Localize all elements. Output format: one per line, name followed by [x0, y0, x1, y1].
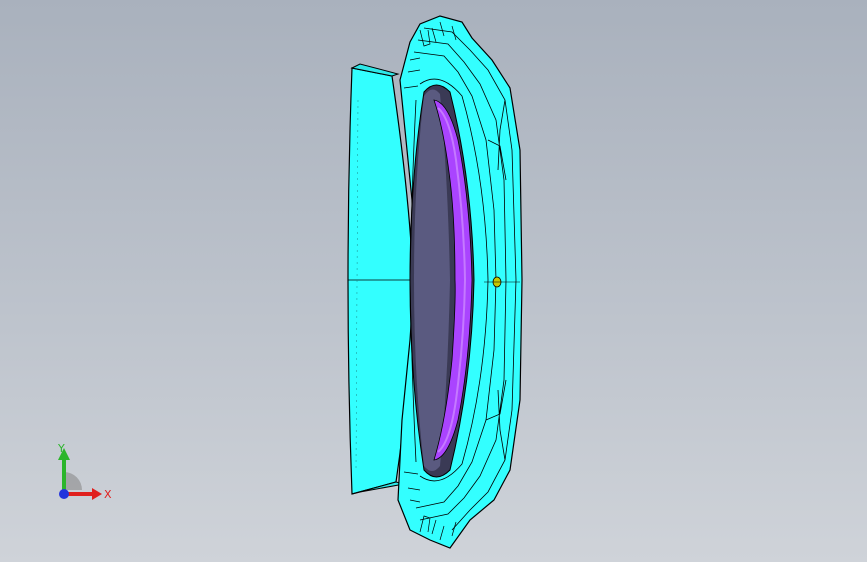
x-axis-arrowhead	[92, 488, 102, 500]
triad-xy-plane	[64, 472, 82, 490]
x-axis-label: X	[104, 488, 112, 501]
y-axis-label: Y	[57, 442, 65, 455]
view-orientation-triad[interactable]: Y X	[40, 438, 120, 510]
part-model[interactable]	[0, 0, 867, 562]
z-axis-dot	[59, 489, 69, 499]
graphics-viewport[interactable]: Y X	[0, 0, 867, 562]
